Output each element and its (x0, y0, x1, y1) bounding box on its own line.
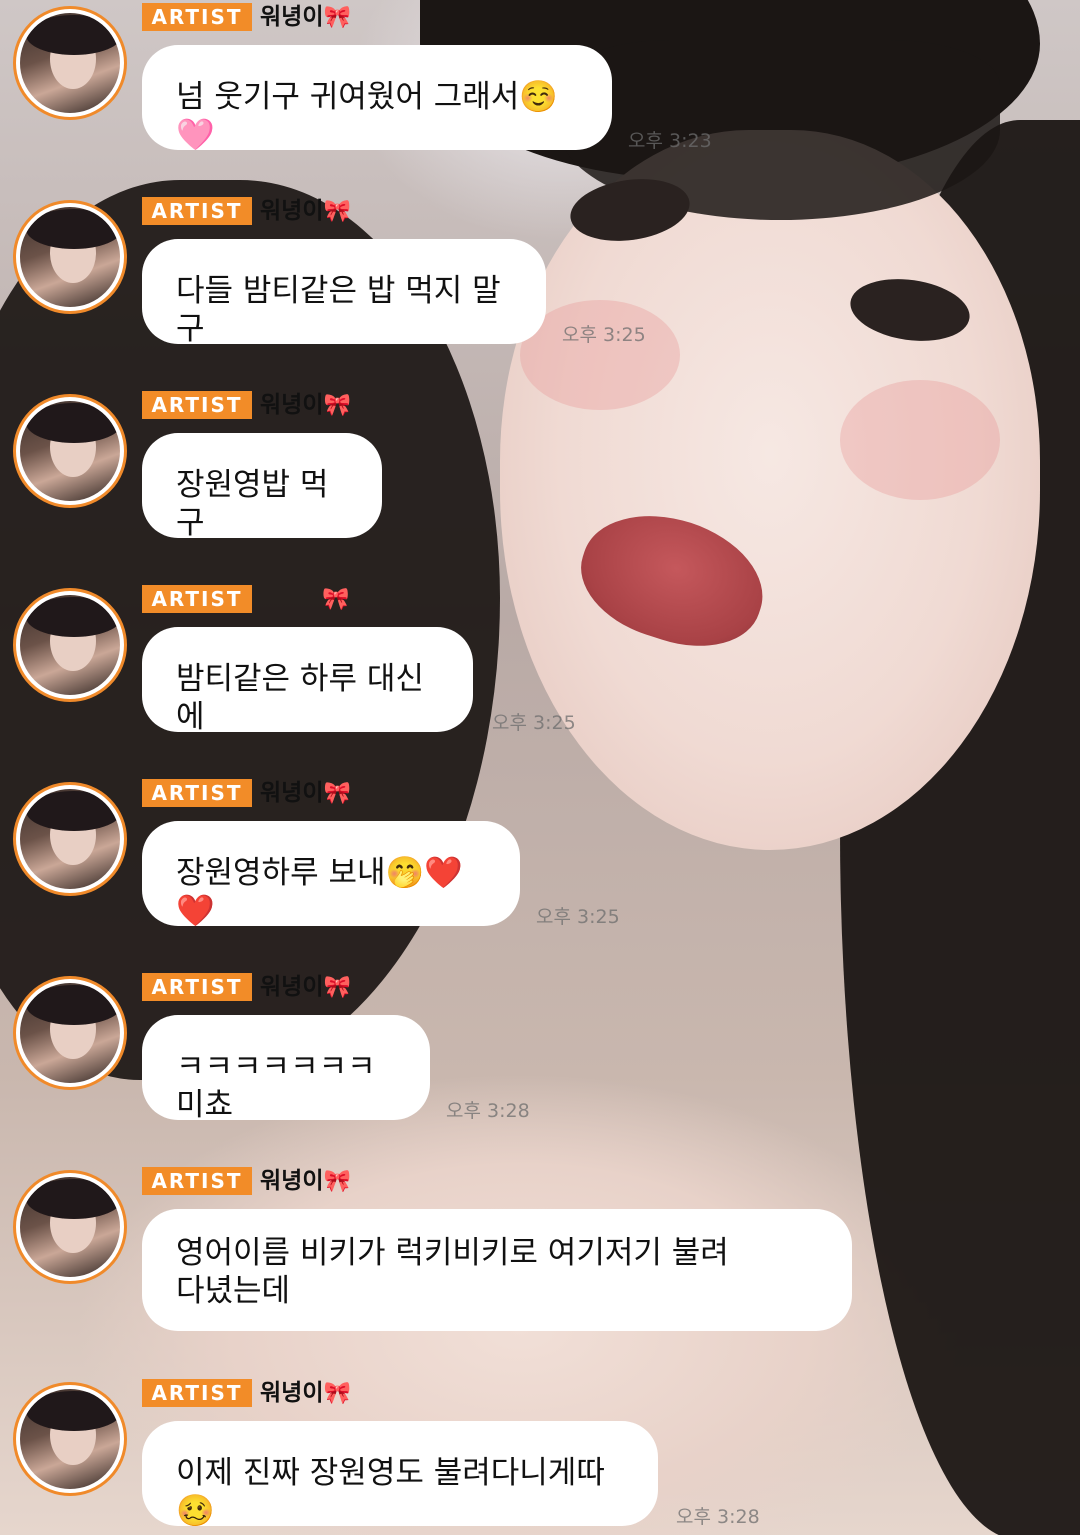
message-time: 오후 3:28 (676, 1506, 760, 1528)
sender-name-text: 워녕이 (260, 4, 324, 30)
artist-badge: ARTIST (142, 973, 252, 1001)
ribbon-icon: 🎀 (323, 393, 351, 418)
artist-badge: ARTIST (142, 1167, 252, 1195)
sender-name-text: 워녕이 (260, 1168, 324, 1194)
message-bubble[interactable]: ㅋㅋㅋㅋㅋㅋㅋ미쵸 (142, 1015, 430, 1123)
avatar[interactable] (13, 1382, 127, 1496)
artist-badge: ARTIST (142, 1379, 252, 1407)
ribbon-icon: 🎀 (323, 199, 351, 224)
sender-name-text: 워녕이 (260, 974, 324, 1000)
message-time: 오후 3:25 (536, 906, 620, 928)
artist-badge: ARTIST (142, 3, 252, 31)
ribbon-icon: 🎀 (323, 1381, 351, 1406)
message-time: 오후 3:25 (562, 324, 646, 346)
message-time: 오후 3:23 (628, 130, 712, 152)
avatar[interactable] (13, 976, 127, 1090)
avatar[interactable] (13, 782, 127, 896)
message-bubble[interactable]: 밤티같은 하루 대신에 (142, 627, 473, 735)
sender-name-text: 워녕이 (260, 1380, 324, 1406)
message-bubble[interactable]: 다들 밤티같은 밥 먹지 말구 (142, 239, 546, 347)
artist-badge: ARTIST (142, 197, 252, 225)
message-bubble[interactable]: 장원영밥 먹구 (142, 433, 382, 541)
ribbon-icon: 🎀 (323, 781, 351, 806)
sender-name: 워녕이🎀 (260, 778, 351, 808)
artist-badge: ARTIST (142, 585, 252, 613)
sender-name-text: 워녕이 (260, 780, 324, 806)
ribbon-icon: 🎀 (322, 587, 350, 612)
sender-name: 워녕이🎀 (260, 390, 351, 420)
sender-name: 워녕이🎀 (260, 2, 351, 32)
sender-name: 워녕이🎀 (260, 1166, 351, 1196)
ribbon-icon: 🎀 (323, 5, 351, 30)
avatar[interactable] (13, 588, 127, 702)
artist-badge: ARTIST (142, 779, 252, 807)
artist-badge: ARTIST (142, 391, 252, 419)
message-time: 오후 3:25 (492, 712, 576, 734)
message-bubble[interactable]: 장원영하루 보내🤭❤️❤️ (142, 821, 520, 929)
message-bubble[interactable]: 영어이름 비키가 럭키비키로 여기저기 불려 다녔는데 (142, 1209, 852, 1331)
message-bubble[interactable]: 이제 진짜 장원영도 불려다니게따🥴 (142, 1421, 658, 1529)
ribbon-icon: 🎀 (323, 1169, 351, 1194)
sender-name: 워녕이🎀 (260, 972, 351, 1002)
message-bubble[interactable]: 넘 웃기구 귀여웠어 그래서☺️🩷 (142, 45, 612, 153)
avatar[interactable] (13, 200, 127, 314)
sender-name: 워녕이🎀 (260, 1378, 351, 1408)
sender-name: 워녕이🎀 (260, 196, 351, 226)
sender-name-ribbon-only: 🎀 (322, 584, 349, 614)
ribbon-icon: 🎀 (323, 975, 351, 1000)
sender-name-text: 워녕이 (260, 392, 324, 418)
avatar[interactable] (13, 6, 127, 120)
avatar[interactable] (13, 394, 127, 508)
chat-feed[interactable]: ARTIST 워녕이🎀 넘 웃기구 귀여웠어 그래서☺️🩷 오후 3:23 AR… (0, 0, 1080, 1535)
sender-name-text: 워녕이 (260, 198, 324, 224)
avatar[interactable] (13, 1170, 127, 1284)
message-time: 오후 3:28 (446, 1100, 530, 1122)
